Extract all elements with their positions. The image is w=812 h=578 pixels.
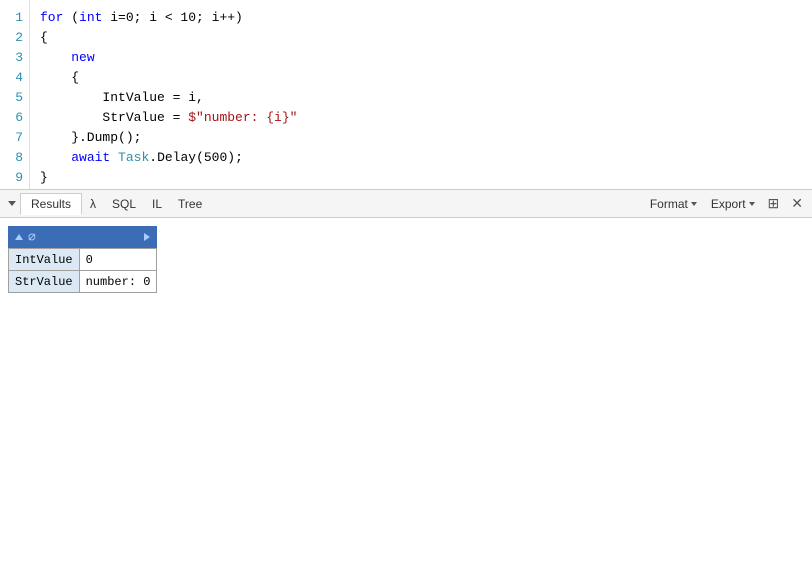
table-row: StrValue number: 0 — [9, 271, 157, 293]
grid-icon-button[interactable]: ⊞ — [763, 192, 785, 215]
null-icon: ∅ — [28, 230, 36, 245]
close-button[interactable]: ✕ — [786, 192, 808, 215]
tab-results[interactable]: Results — [20, 193, 82, 215]
tab-il[interactable]: IL — [144, 194, 170, 214]
export-arrow-icon — [749, 202, 755, 206]
code-text[interactable]: for (int i=0; i < 10; i++) { new { IntVa… — [30, 0, 812, 189]
table-nav-bar: ∅ — [8, 226, 157, 248]
nav-right-button[interactable] — [141, 232, 153, 242]
data-table-wrapper: ∅ IntValue 0 StrValue number: 0 — [8, 226, 157, 293]
tab-tree[interactable]: Tree — [170, 194, 210, 214]
nav-buttons: ∅ — [12, 230, 36, 245]
toolbar-left: Results λ SQL IL Tree — [4, 193, 644, 214]
format-button[interactable]: Format — [644, 194, 703, 214]
result-table: IntValue 0 StrValue number: 0 — [8, 248, 157, 293]
close-icon: ✕ — [791, 195, 803, 212]
results-toolbar: Results λ SQL IL Tree Format Export ⊞ ✕ — [0, 190, 812, 218]
val-strvalue: number: 0 — [79, 271, 157, 293]
format-label: Format — [650, 197, 688, 211]
toolbar-right: Format Export ⊞ ✕ — [644, 192, 808, 215]
nav-up-button[interactable] — [12, 233, 26, 241]
dropdown-arrow-icon — [8, 201, 16, 206]
nav-up-icon — [15, 234, 23, 240]
code-editor: 1 2 3 4 5 6 7 8 9 for (int i=0; i < 10; … — [0, 0, 812, 190]
key-strvalue: StrValue — [9, 271, 80, 293]
tab-sql[interactable]: SQL — [104, 194, 144, 214]
format-arrow-icon — [691, 202, 697, 206]
panel-dropdown-button[interactable] — [4, 198, 20, 209]
val-intvalue: 0 — [79, 249, 157, 271]
line-numbers: 1 2 3 4 5 6 7 8 9 — [0, 0, 30, 189]
key-intvalue: IntValue — [9, 249, 80, 271]
export-label: Export — [711, 197, 746, 211]
table-row: IntValue 0 — [9, 249, 157, 271]
nav-right-icon — [144, 233, 150, 241]
grid-icon: ⊞ — [768, 195, 780, 212]
tab-lambda[interactable]: λ — [82, 194, 104, 214]
results-area: ∅ IntValue 0 StrValue number: 0 — [0, 218, 812, 578]
bottom-area: Results λ SQL IL Tree Format Export ⊞ ✕ — [0, 190, 812, 578]
export-button[interactable]: Export — [705, 194, 761, 214]
